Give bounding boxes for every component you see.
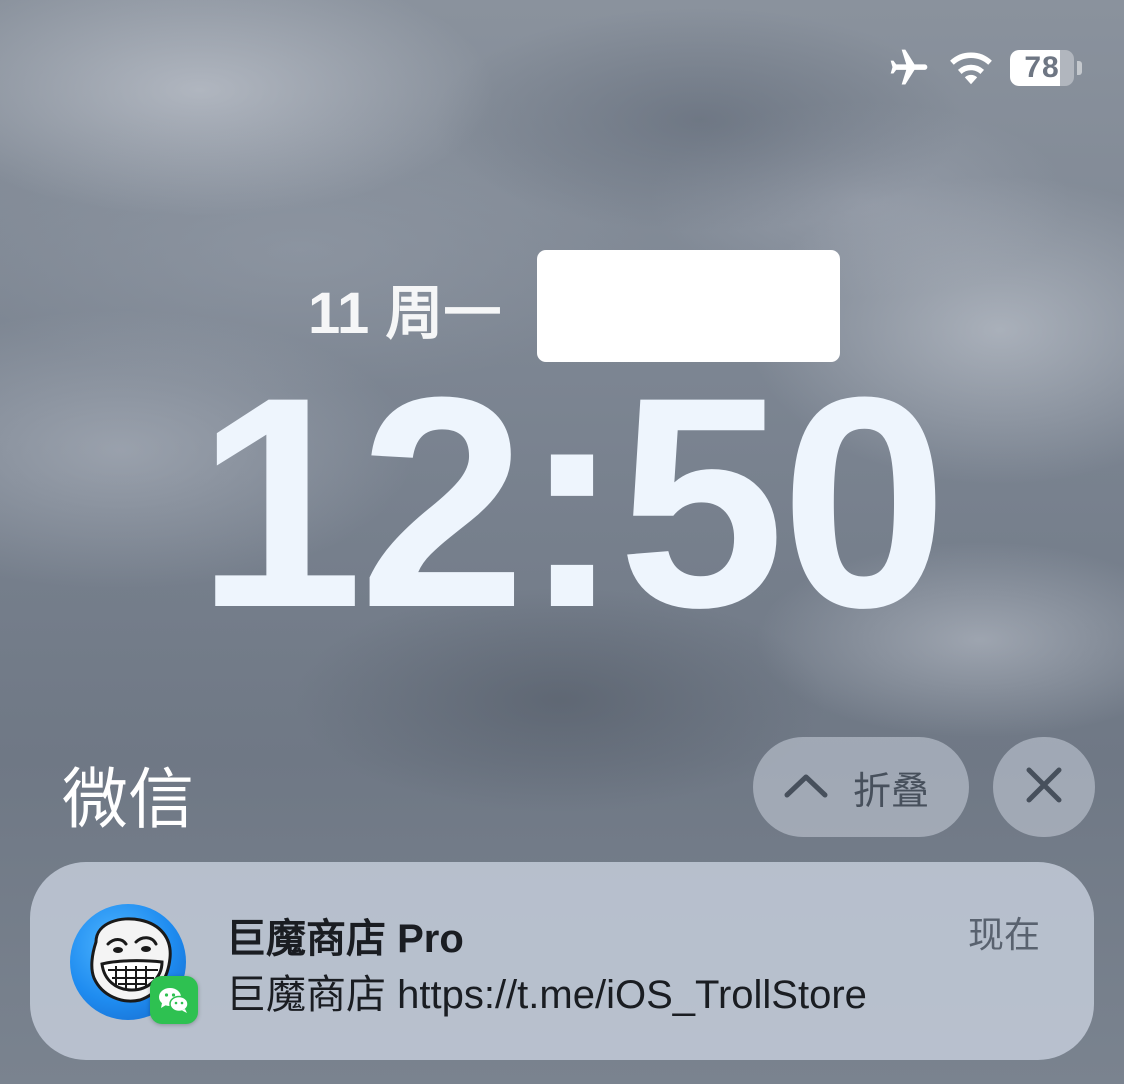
collapse-button[interactable]: 折叠 <box>753 737 969 837</box>
notification-group-title: 微信 <box>62 762 194 836</box>
battery-cap <box>1077 61 1082 75</box>
airplane-icon <box>886 45 932 91</box>
clear-notifications-button[interactable] <box>993 737 1095 837</box>
chevron-up-icon <box>783 770 829 804</box>
battery-indicator: 78 <box>1010 50 1082 86</box>
troll-face-app-icon <box>70 904 198 1024</box>
notification-card[interactable]: 巨魔商店 Pro 巨魔商店 https://t.me/iOS_TrollStor… <box>30 862 1094 1060</box>
lock-screen-clock[interactable]: 12:50 <box>0 352 1124 652</box>
wechat-icon <box>150 976 198 1024</box>
status-bar: 78 <box>886 44 1082 92</box>
close-icon <box>1024 765 1064 809</box>
battery-body: 78 <box>1010 50 1074 86</box>
battery-percent: 78 <box>1024 51 1060 84</box>
collapse-label: 折叠 <box>853 770 930 813</box>
notification-title: 巨魔商店 Pro <box>226 917 464 961</box>
notification-time: 现在 <box>967 914 1040 955</box>
notification-body: 巨魔商店 https://t.me/iOS_TrollStore <box>226 973 867 1017</box>
wifi-icon <box>948 45 994 91</box>
